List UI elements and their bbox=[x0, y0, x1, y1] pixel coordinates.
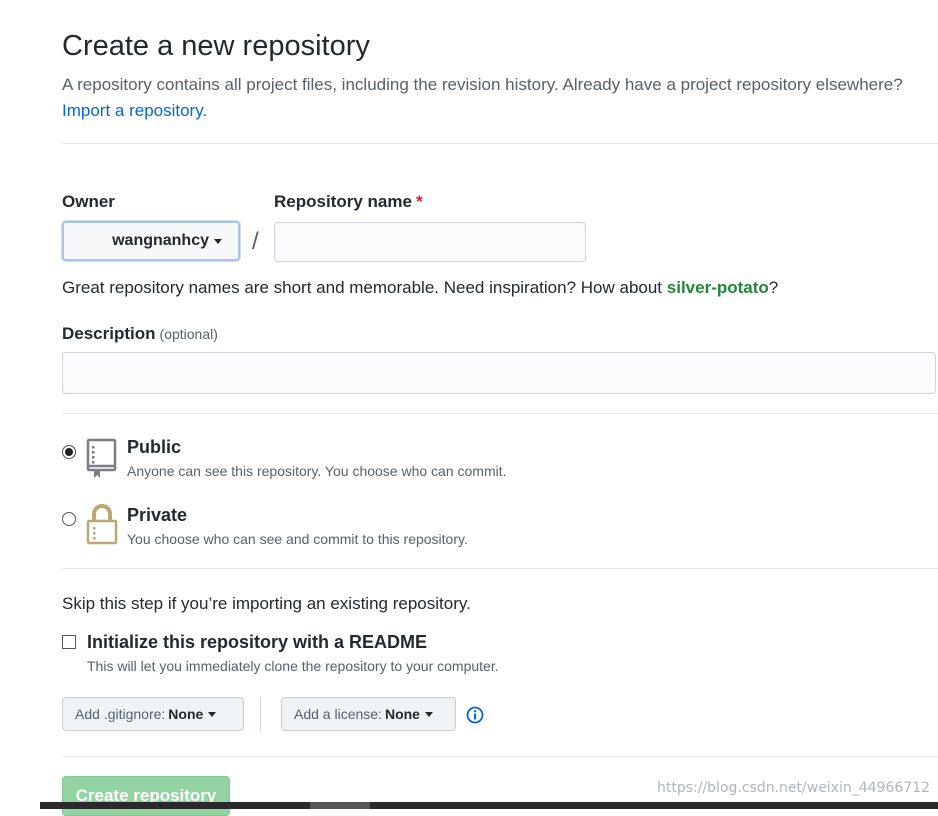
optional-note: (optional) bbox=[159, 326, 218, 342]
page-title: Create a new repository bbox=[62, 30, 370, 62]
description-input[interactable] bbox=[62, 352, 936, 394]
chevron-down-icon bbox=[424, 711, 433, 717]
taskbar-strip bbox=[40, 802, 938, 809]
license-select[interactable]: Add a license: None bbox=[281, 697, 456, 731]
create-repository-button[interactable]: Create repository bbox=[62, 776, 230, 816]
license-label: Add a license: bbox=[294, 706, 382, 722]
subtitle-text: A repository contains all project files,… bbox=[62, 75, 903, 94]
public-radio[interactable] bbox=[62, 445, 76, 459]
chevron-down-icon bbox=[214, 238, 222, 244]
page-subtitle: A repository contains all project files,… bbox=[62, 72, 938, 124]
divider bbox=[62, 568, 938, 569]
init-readme-label[interactable]: Initialize this repository with a README bbox=[87, 632, 427, 653]
repo-name-hint: Great repository names are short and mem… bbox=[62, 278, 778, 298]
private-radio[interactable] bbox=[62, 512, 76, 526]
repo-name-input[interactable] bbox=[274, 222, 586, 262]
lock-icon bbox=[86, 504, 118, 545]
private-desc: You choose who can see and commit to thi… bbox=[127, 531, 468, 547]
license-value: None bbox=[384, 706, 420, 722]
private-title: Private bbox=[127, 505, 188, 525]
hint-end: ? bbox=[768, 278, 779, 297]
gitignore-label: Add .gitignore: bbox=[75, 706, 166, 722]
owner-value: wangnanhcy bbox=[112, 232, 209, 249]
hint-text: Great repository names are short and mem… bbox=[62, 278, 663, 297]
init-readme-desc: This will let you immediately clone the … bbox=[87, 658, 499, 674]
description-label: Description (optional) bbox=[62, 324, 218, 344]
repo-name-label-text: Repository name bbox=[274, 192, 412, 211]
skip-step-note: Skip this step if you’re importing an ex… bbox=[62, 594, 471, 613]
public-title: Public bbox=[127, 437, 182, 457]
description-label-text: Description bbox=[62, 324, 156, 343]
watermark: https://blog.csdn.net/weixin_44966712 bbox=[656, 780, 930, 796]
gitignore-value: None bbox=[168, 706, 204, 722]
gitignore-select[interactable]: Add .gitignore: None bbox=[62, 697, 244, 731]
new-repo-form: Create a new repository A repository con… bbox=[62, 0, 938, 816]
divider bbox=[62, 143, 938, 144]
owner-select[interactable]: wangnanhcy bbox=[62, 221, 240, 261]
suggested-name[interactable]: silver-potato bbox=[667, 278, 769, 297]
taskbar-segment bbox=[310, 802, 370, 809]
divider bbox=[62, 756, 938, 757]
init-readme-checkbox[interactable] bbox=[62, 635, 76, 649]
repo-name-label: Repository name * bbox=[274, 192, 423, 212]
divider bbox=[62, 413, 938, 414]
import-repository-link[interactable]: Import a repository. bbox=[62, 101, 207, 120]
select-divider bbox=[260, 697, 261, 731]
public-desc: Anyone can see this repository. You choo… bbox=[127, 463, 507, 479]
chevron-down-icon bbox=[208, 711, 217, 717]
required-mark: * bbox=[415, 192, 423, 211]
owner-repo-separator: / bbox=[252, 228, 259, 255]
info-icon[interactable] bbox=[466, 706, 484, 724]
repo-book-icon bbox=[86, 438, 117, 478]
owner-label: Owner bbox=[62, 192, 115, 211]
